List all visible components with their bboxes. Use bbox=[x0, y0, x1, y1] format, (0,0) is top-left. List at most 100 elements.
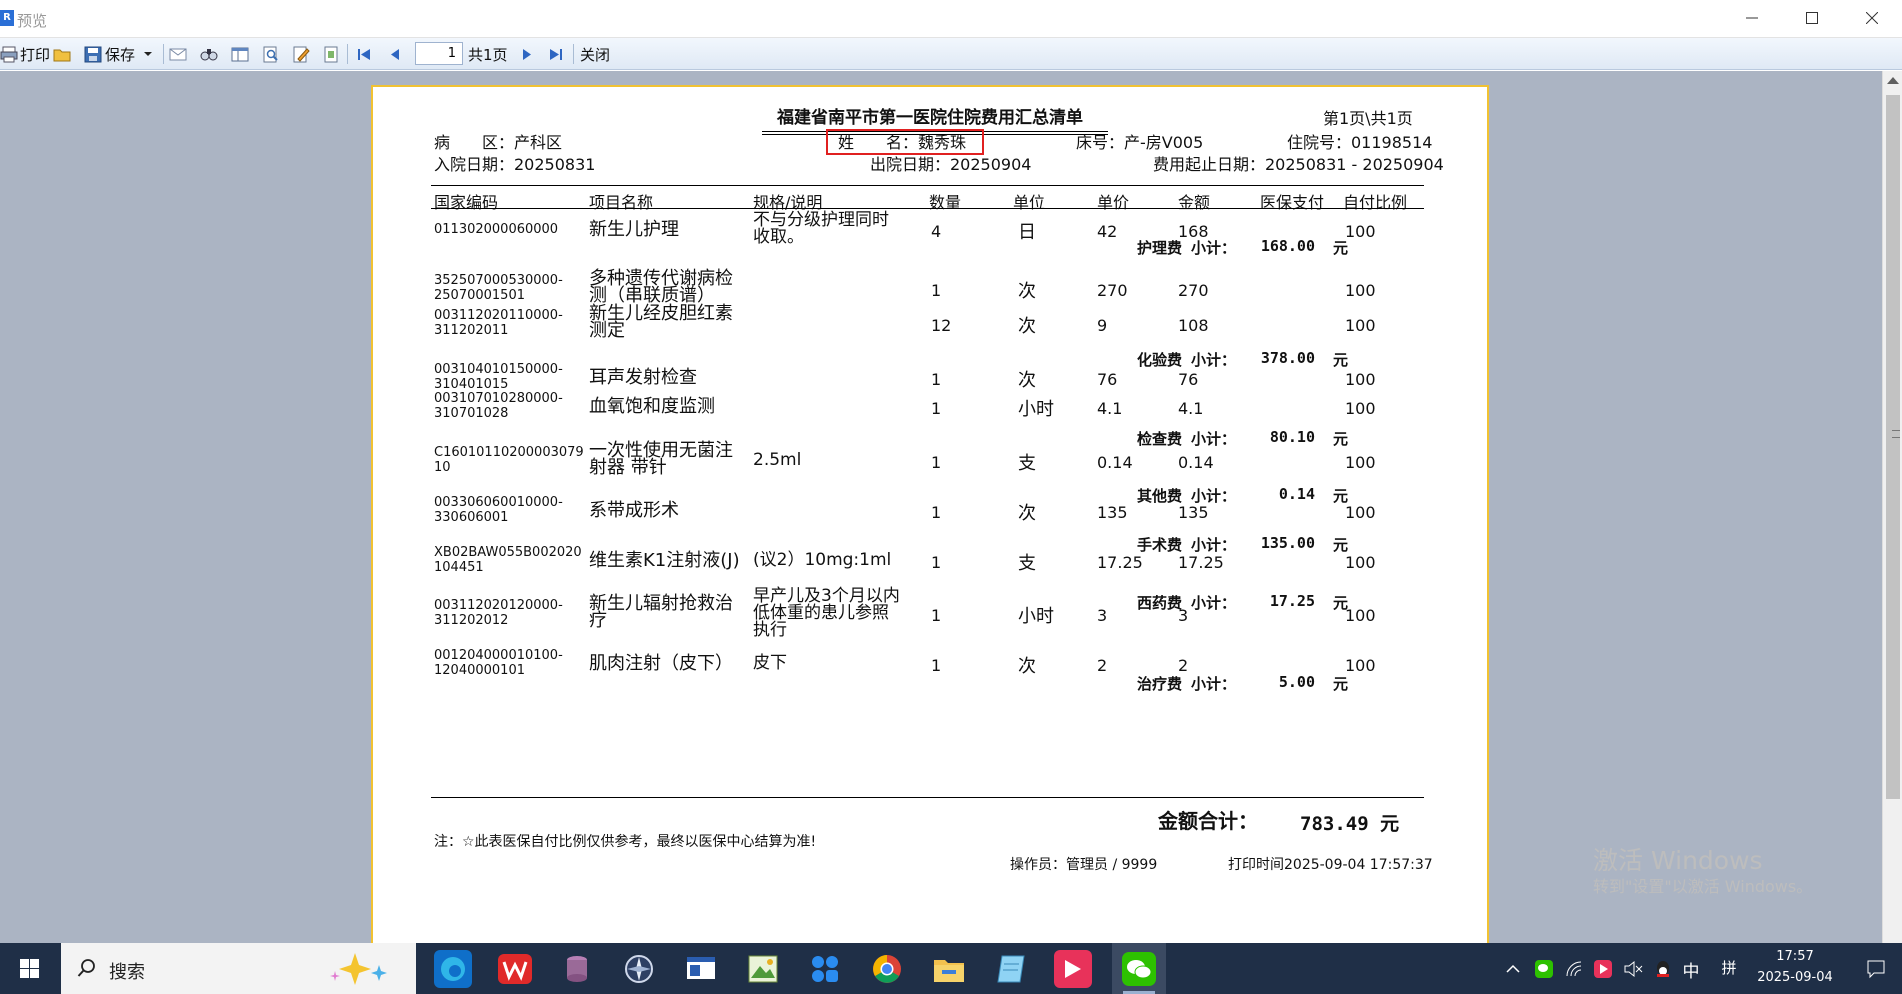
close-button[interactable] bbox=[1842, 0, 1902, 38]
subtotal-category: 手术费 bbox=[1137, 536, 1183, 554]
page-setup-button[interactable] bbox=[231, 42, 249, 66]
item-amount: 108 bbox=[1178, 316, 1209, 335]
minimize-button[interactable] bbox=[1722, 0, 1782, 38]
item-spec: (议2）10mg:1ml bbox=[753, 549, 892, 570]
grip-icon bbox=[1892, 430, 1900, 438]
close-preview-button[interactable]: 关闭 bbox=[580, 42, 610, 66]
clock-time[interactable]: 17:57 bbox=[1752, 949, 1838, 964]
toolbar-separator bbox=[163, 44, 164, 64]
subtotal-category: 西药费 bbox=[1137, 594, 1183, 612]
previous-page-button[interactable] bbox=[386, 42, 404, 66]
file-explorer-icon[interactable] bbox=[930, 950, 968, 988]
media-tray-icon[interactable] bbox=[1594, 960, 1612, 978]
compass-icon[interactable] bbox=[620, 950, 658, 988]
subtotal-unit: 元 bbox=[1333, 594, 1349, 612]
export-button[interactable] bbox=[322, 42, 340, 66]
subtotal-label: 小计： bbox=[1191, 239, 1237, 257]
notification-icon[interactable] bbox=[1866, 959, 1886, 979]
taskbar-search[interactable]: 搜索 bbox=[61, 943, 416, 994]
search-label: 搜索 bbox=[109, 962, 145, 983]
media-app-icon[interactable] bbox=[1054, 950, 1092, 988]
wps-icon[interactable] bbox=[496, 950, 534, 988]
app-window: R 预览 打印 保存 1 共1页 关闭 福建省南平市第一医院住院费用汇总清单 第… bbox=[0, 0, 1902, 994]
discharge-date-field: 出院日期：20250904 bbox=[870, 155, 1032, 174]
first-page-button[interactable] bbox=[355, 42, 373, 66]
item-spec: 皮下 bbox=[753, 652, 787, 673]
report-icon: R bbox=[0, 10, 14, 26]
find-button[interactable] bbox=[200, 42, 218, 66]
item-code: 003104010150000- bbox=[434, 362, 563, 377]
notes-icon[interactable] bbox=[992, 950, 1030, 988]
print-button[interactable]: 打印 bbox=[0, 42, 50, 66]
item-quantity: 1 bbox=[931, 370, 942, 389]
wechat-taskbar-button[interactable] bbox=[1112, 943, 1166, 994]
wechat-tray-icon[interactable] bbox=[1535, 960, 1553, 978]
item-self-pay-ratio: 100 bbox=[1345, 370, 1376, 389]
chevron-up-icon[interactable] bbox=[1506, 964, 1520, 974]
item-unit: 次 bbox=[1018, 656, 1036, 677]
column-header: 金额 bbox=[1178, 193, 1211, 212]
item-code: 003306060010000- bbox=[434, 495, 563, 510]
item-unit-price: 135 bbox=[1097, 503, 1128, 522]
image-viewer-icon[interactable] bbox=[744, 950, 782, 988]
item-self-pay-ratio: 100 bbox=[1345, 222, 1376, 241]
item-code: XB02BAW055B002020 bbox=[434, 545, 582, 560]
network-icon[interactable] bbox=[1565, 960, 1583, 978]
print-label: 打印 bbox=[20, 45, 51, 64]
edit-button[interactable] bbox=[292, 42, 310, 66]
item-name: 系带成形术 bbox=[589, 499, 679, 521]
scroll-up-icon[interactable] bbox=[1887, 77, 1899, 84]
item-unit-price: 2 bbox=[1097, 656, 1108, 675]
fee-period-field: 费用起止日期：20250831 - 20250904 bbox=[1153, 155, 1444, 174]
ime-mode-indicator[interactable]: 拼 bbox=[1718, 957, 1740, 978]
qq-tray-icon[interactable] bbox=[1654, 959, 1672, 979]
item-self-pay-ratio: 100 bbox=[1345, 399, 1376, 418]
scrollbar-thumb[interactable] bbox=[1886, 95, 1900, 799]
email-button[interactable] bbox=[169, 42, 187, 66]
total-pages-label: 共1页 bbox=[468, 45, 508, 64]
open-button[interactable] bbox=[53, 42, 71, 66]
item-code: 011302000060000 bbox=[434, 221, 559, 237]
next-page-button[interactable] bbox=[518, 42, 536, 66]
item-code: 310401015 bbox=[434, 377, 509, 392]
item-self-pay-ratio: 100 bbox=[1345, 453, 1376, 472]
chevron-down-icon[interactable] bbox=[143, 50, 153, 58]
item-quantity: 1 bbox=[931, 399, 942, 418]
window-app-icon[interactable] bbox=[682, 950, 720, 988]
name-highlight-box bbox=[826, 129, 984, 155]
save-icon bbox=[84, 46, 102, 62]
item-amount: 76 bbox=[1178, 370, 1199, 389]
last-page-button[interactable] bbox=[547, 42, 565, 66]
page-number-input[interactable]: 1 bbox=[415, 42, 463, 65]
clock-date[interactable]: 2025-09-04 bbox=[1752, 970, 1838, 985]
item-code: 311202011 bbox=[434, 323, 509, 338]
chrome-icon[interactable] bbox=[868, 950, 906, 988]
item-unit-price: 76 bbox=[1097, 370, 1118, 389]
minimize-icon bbox=[1746, 17, 1758, 19]
item-unit-price: 0.14 bbox=[1097, 453, 1133, 472]
item-name: 肌肉注射（皮下） bbox=[589, 652, 733, 674]
vertical-scrollbar[interactable] bbox=[1882, 71, 1902, 943]
item-unit: 支 bbox=[1018, 453, 1036, 474]
db-tool-icon[interactable] bbox=[558, 950, 596, 988]
window-title: 预览 bbox=[17, 12, 48, 30]
app-grid-icon[interactable] bbox=[806, 950, 844, 988]
toolbar-separator bbox=[573, 44, 574, 64]
total-label: 金额合计： bbox=[1158, 809, 1258, 833]
maximize-button[interactable] bbox=[1782, 0, 1842, 38]
start-button[interactable] bbox=[0, 943, 60, 994]
ime-language-indicator[interactable]: 中 bbox=[1680, 957, 1702, 982]
zoom-button[interactable] bbox=[262, 42, 280, 66]
item-spec: 早产儿及3个月以内 bbox=[753, 585, 900, 606]
edge-icon[interactable] bbox=[434, 950, 472, 988]
item-quantity: 1 bbox=[931, 656, 942, 675]
report-page: 福建省南平市第一医院住院费用汇总清单 第1页\共1页 病 区：产科区 姓 名：魏… bbox=[371, 85, 1489, 965]
note-text: 注：☆此表医保自付比例仅供参考，最终以医保中心结算为准! bbox=[434, 834, 817, 850]
subtotal-label: 小计： bbox=[1191, 536, 1237, 554]
save-button[interactable]: 保存 bbox=[84, 42, 153, 66]
item-name: 测定 bbox=[589, 320, 625, 341]
subtotal-value: 0.14 bbox=[1278, 485, 1315, 503]
item-self-pay-ratio: 100 bbox=[1345, 316, 1376, 335]
subtotal-unit: 元 bbox=[1333, 487, 1349, 505]
volume-muted-icon[interactable] bbox=[1623, 960, 1643, 978]
